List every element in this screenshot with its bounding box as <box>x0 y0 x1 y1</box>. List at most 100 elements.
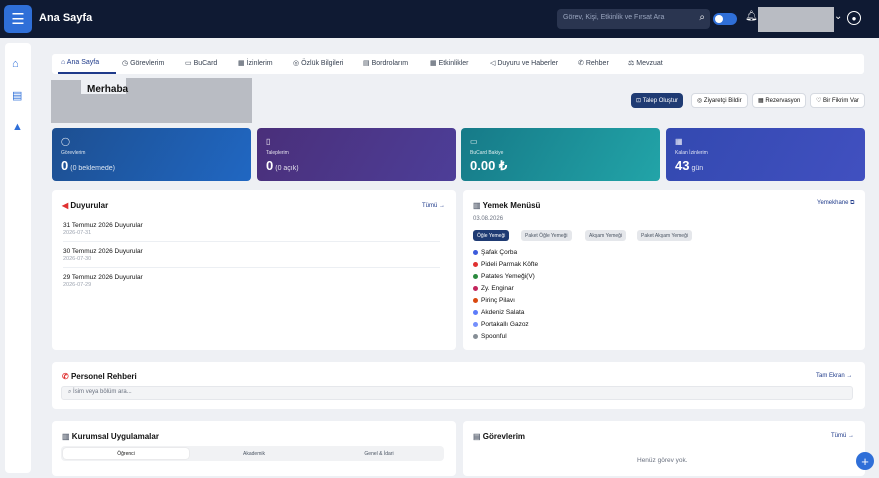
tab-bordrolarim[interactable]: ▤ Bordrolarım <box>363 59 408 67</box>
food-menu-panel: ▥ Yemek Menüsü Yemekhane ⧉ 03.08.2026 Öğ… <box>463 190 865 350</box>
bell-icon[interactable]: ▲ <box>12 121 23 133</box>
active-tab-indicator <box>58 72 116 74</box>
inbox-icon[interactable]: ▤ <box>12 89 22 102</box>
announcements-title: ◀︎ Duyurular <box>62 201 109 210</box>
food-icon <box>473 273 478 279</box>
food-item: Pideli Parmak Köfte <box>473 261 538 268</box>
directory-search-placeholder: ⌕ İsim veya bölüm ara... <box>68 389 132 395</box>
side-rail: ⌂ ▤ ▲ <box>5 43 31 473</box>
top-bar: ☰ Ana Sayfa Görev, Kişi, Etkinlik ve Fır… <box>0 0 879 38</box>
segment-academic[interactable]: Akademik <box>191 448 317 459</box>
reservation-button[interactable]: ▦ Rezervasyon <box>752 93 807 108</box>
phone-icon: ✆ <box>62 372 69 381</box>
user-name-redacted[interactable] <box>758 7 834 32</box>
theme-toggle[interactable] <box>713 13 737 25</box>
tab-ana-sayfa[interactable]: ⌂ Ana Sayfa <box>61 59 99 66</box>
search-input[interactable]: Görev, Kişi, Etkinlik ve Fırsat Ara ⌕ <box>557 9 710 29</box>
redacted-block <box>81 94 252 123</box>
food-icon <box>473 285 478 291</box>
hamburger-icon[interactable]: ☰ <box>4 5 32 33</box>
apps-title: ▥ Kurumsal Uygulamalar <box>62 432 159 441</box>
tasks-empty-text: Henüz görev yok. <box>637 457 688 464</box>
directory-search-input[interactable]: ⌕ İsim veya bölüm ara... <box>61 386 853 400</box>
toggle-knob <box>715 15 723 23</box>
chip-packed-dinner[interactable]: Paket Akşam Yemeği <box>637 230 692 241</box>
food-icon <box>473 249 478 255</box>
chip-packed-lunch[interactable]: Paket Öğle Yemeği <box>521 230 572 241</box>
food-item: Akdeniz Salata <box>473 309 524 316</box>
check-circle-icon: ◯ <box>61 137 70 146</box>
stat-label: Kalan İzinlerim <box>675 150 708 156</box>
chip-dinner[interactable]: Akşam Yemeği <box>585 230 627 241</box>
building-icon: ▥ <box>62 432 70 441</box>
clipboard-icon: ▤ <box>473 432 481 441</box>
apps-segmented-control: Öğrenci Akademik Genel & İdari <box>61 446 444 461</box>
directory-title: ✆ Personel Rehberi <box>62 372 137 381</box>
stat-value: 0 (0 beklemede) <box>61 158 115 173</box>
utensils-icon: ▥ <box>473 201 481 210</box>
tab-ozluk-bilgileri[interactable]: ◎ Özlük Bilgileri <box>293 59 343 67</box>
home-icon[interactable]: ⌂ <box>12 58 19 70</box>
stat-label: Taleplerim <box>266 150 289 156</box>
redacted-name <box>126 78 252 94</box>
list-item[interactable]: 30 Temmuz 2026 Duyurular 2026-07-30 <box>63 248 440 268</box>
list-item[interactable]: 29 Temmuz 2026 Duyurular 2026-07-29 <box>63 274 440 294</box>
tab-mevzuat[interactable]: ⚖ Mevzuat <box>628 59 663 67</box>
clipboard-icon: ▯ <box>266 137 271 146</box>
food-item: Şafak Çorba <box>473 249 517 256</box>
tasks-panel: ▤ Görevlerim Tümü → Henüz görev yok. <box>463 421 865 476</box>
list-item[interactable]: 31 Temmuz 2026 Duyurular 2026-07-31 <box>63 222 440 242</box>
chevron-down-icon[interactable]: ⌄ <box>834 11 842 22</box>
avatar-icon[interactable]: ● <box>847 11 861 25</box>
megaphone-icon: ◀︎ <box>62 201 69 210</box>
calendar-icon: ▦ <box>675 137 683 146</box>
tab-gorevlerim[interactable]: ◷ Görevlerim <box>122 59 164 67</box>
food-icon <box>473 261 478 267</box>
search-icon[interactable]: ⌕ <box>699 12 705 23</box>
food-icon <box>473 333 478 339</box>
food-icon <box>473 297 478 303</box>
food-item: Portakallı Gazoz <box>473 321 529 328</box>
segment-student[interactable]: Öğrenci <box>63 448 189 459</box>
food-icon <box>473 309 478 315</box>
idea-button[interactable]: ♡ Bir Fikrim Var <box>810 93 865 108</box>
tasks-all-link[interactable]: Tümü → <box>831 433 854 439</box>
stat-value: 43 gün <box>675 158 704 173</box>
chip-lunch[interactable]: Öğle Yemeği <box>473 230 510 241</box>
stat-card-requests[interactable]: ▯ Taleplerim 0 (0 açık) <box>257 128 456 181</box>
tab-duyuru-ve-haberler[interactable]: ◁ Duyuru ve Haberler <box>490 59 558 67</box>
announcements-all-link[interactable]: Tümü → <box>422 203 445 209</box>
tab-etkinlikler[interactable]: ▦ Etkinlikler <box>430 59 469 67</box>
food-icon <box>473 321 478 327</box>
report-visitor-button[interactable]: ◎ Ziyaretçi Bildir <box>691 93 748 108</box>
cafeteria-link[interactable]: Yemekhane ⧉ <box>817 200 854 207</box>
search-placeholder: Görev, Kişi, Etkinlik ve Fırsat Ara <box>563 14 665 21</box>
food-item: Pirinç Pilavı <box>473 297 515 304</box>
create-request-button[interactable]: ⊡ Talep Oluştur <box>631 93 684 108</box>
food-item: Spoonful <box>473 333 507 340</box>
greeting-text: Merhaba <box>87 84 129 95</box>
menu-date: 03.08.2026 <box>473 216 504 222</box>
redacted-block <box>51 80 81 123</box>
stat-card-bucard[interactable]: ▭ BuCard Bakiye 0.00 ₺ <box>461 128 660 181</box>
fullscreen-link[interactable]: Tam Ekran → <box>816 373 852 379</box>
food-menu-title: ▥ Yemek Menüsü <box>473 201 541 210</box>
page-title: Ana Sayfa <box>39 12 93 24</box>
stat-value: 0.00 ₺ <box>470 158 508 173</box>
directory-panel: ✆ Personel Rehberi Tam Ekran → ⌕ İsim ve… <box>52 362 865 409</box>
stat-label: Görevlerim <box>61 150 86 156</box>
tab-rehber[interactable]: ✆ Rehber <box>578 59 609 67</box>
segment-general[interactable]: Genel & İdari <box>316 448 442 459</box>
tab-bucard[interactable]: ▭ BuCard <box>185 59 217 67</box>
stat-card-leave[interactable]: ▦ Kalan İzinlerim 43 gün <box>666 128 865 181</box>
stat-value: 0 (0 açık) <box>266 158 299 173</box>
corporate-apps-panel: ▥ Kurumsal Uygulamalar Öğrenci Akademik … <box>52 421 456 476</box>
stat-label: BuCard Bakiye <box>470 150 504 156</box>
card-icon: ▭ <box>470 137 478 146</box>
add-icon[interactable]: + <box>856 452 874 470</box>
food-item: Zy. Enginar <box>473 285 514 292</box>
tab-izinlerim[interactable]: ▦ İzinlerim <box>238 59 273 67</box>
food-item: Patates Yemeği(V) <box>473 273 535 280</box>
stat-card-tasks[interactable]: ◯ Görevlerim 0 (0 beklemede) <box>52 128 251 181</box>
notification-bell-icon[interactable]: 🔔︎ <box>745 11 758 22</box>
